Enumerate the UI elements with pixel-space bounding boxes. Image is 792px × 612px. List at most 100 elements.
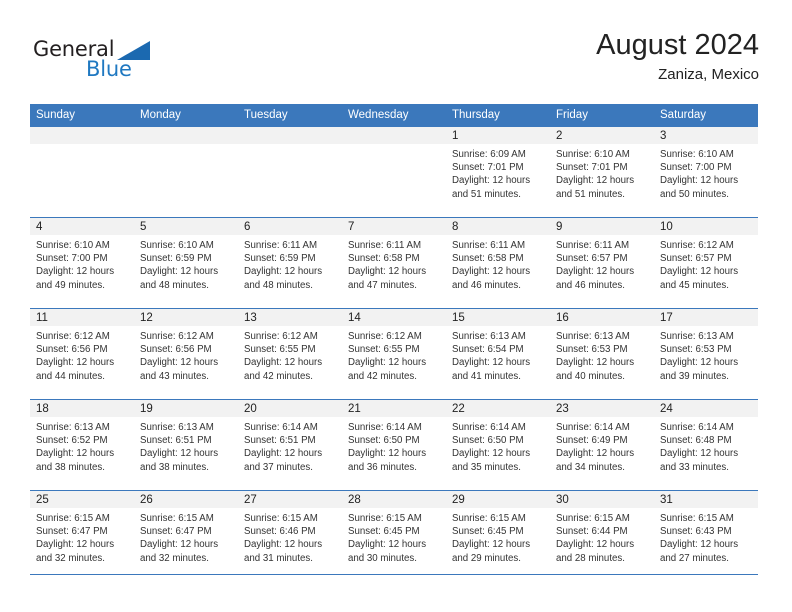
day-number: 30 — [550, 491, 654, 508]
calendar-day-cell[interactable]: 28 Sunrise: 6:15 AM Sunset: 6:45 PM Dayligh… — [342, 490, 446, 581]
calendar-week-row: 11 Sunrise: 6:12 AM Sunset: 6:56 PM Dayligh… — [30, 308, 758, 400]
sunrise-text: Sunrise: 6:13 AM — [660, 331, 734, 342]
sunset-text: Sunset: 6:55 PM — [348, 344, 420, 356]
calendar-day-cell[interactable]: 4 Sunrise: 6:10 AM Sunset: 7:00 PM Daylight… — [30, 217, 134, 309]
calendar-day-cell[interactable]: 9 Sunrise: 6:11 AM Sunset: 6:57 PM Daylight… — [550, 217, 654, 309]
sunrise-text: Sunrise: 6:13 AM — [36, 422, 110, 433]
daylight-text: Daylight: 12 hours and 36 minutes. — [348, 448, 427, 473]
day-number: 27 — [238, 491, 342, 508]
calendar-day-cell[interactable]: 1 Sunrise: 6:09 AM Sunset: 7:01 PM Daylight… — [446, 127, 550, 218]
day-sun-info: Sunrise: 6:12 AM Sunset: 6:55 PM Daylight:… — [238, 326, 342, 383]
sunset-text: Sunset: 6:54 PM — [452, 344, 524, 356]
day-sun-info: Sunrise: 6:15 AM Sunset: 6:43 PM Daylight:… — [654, 508, 758, 565]
weekday-header-sunday: Sunday — [30, 104, 134, 127]
day-number: 25 — [30, 491, 134, 508]
calendar-day-cell[interactable]: 7 Sunrise: 6:11 AM Sunset: 6:58 PM Daylight… — [342, 217, 446, 309]
day-sun-info: Sunrise: 6:11 AM Sunset: 6:58 PM Daylight:… — [446, 235, 550, 292]
daylight-text: Daylight: 12 hours and 42 minutes. — [244, 357, 323, 382]
day-sun-info: Sunrise: 6:13 AM Sunset: 6:54 PM Daylight:… — [446, 326, 550, 383]
calendar-day-cell[interactable]: 19 Sunrise: 6:13 AM Sunset: 6:51 PM Dayligh… — [134, 399, 238, 491]
day-number: 18 — [30, 400, 134, 417]
day-number: 22 — [446, 400, 550, 417]
day-cell: 24 Sunrise: 6:14 AM Sunset: 6:48 PM Dayligh… — [654, 400, 758, 490]
sunrise-text: Sunrise: 6:13 AM — [556, 331, 630, 342]
calendar-day-cell[interactable]: 3 Sunrise: 6:10 AM Sunset: 7:00 PM Daylight… — [654, 127, 758, 218]
calendar-day-cell[interactable]: 5 Sunrise: 6:10 AM Sunset: 6:59 PM Daylight… — [134, 217, 238, 309]
day-number: 11 — [30, 309, 134, 326]
calendar-day-cell[interactable]: 27 Sunrise: 6:15 AM Sunset: 6:46 PM Dayligh… — [238, 490, 342, 581]
day-number: 29 — [446, 491, 550, 508]
day-number: 19 — [134, 400, 238, 417]
sunrise-text: Sunrise: 6:12 AM — [244, 331, 318, 342]
day-cell: 11 Sunrise: 6:12 AM Sunset: 6:56 PM Dayligh… — [30, 309, 134, 399]
sunrise-text: Sunrise: 6:11 AM — [452, 240, 526, 251]
calendar-day-cell[interactable]: 10 Sunrise: 6:12 AM Sunset: 6:57 PM Dayligh… — [654, 217, 758, 309]
sunrise-text: Sunrise: 6:15 AM — [140, 513, 214, 524]
sunrise-text: Sunrise: 6:10 AM — [36, 240, 110, 251]
day-cell: 8 Sunrise: 6:11 AM Sunset: 6:58 PM Daylight… — [446, 218, 550, 308]
calendar-day-cell[interactable]: 22 Sunrise: 6:14 AM Sunset: 6:50 PM Dayligh… — [446, 399, 550, 491]
calendar-day-cell[interactable]: 15 Sunrise: 6:13 AM Sunset: 6:54 PM Dayligh… — [446, 308, 550, 400]
day-cell: 6 Sunrise: 6:11 AM Sunset: 6:59 PM Daylight… — [238, 218, 342, 308]
calendar-day-cell[interactable]: 13 Sunrise: 6:12 AM Sunset: 6:55 PM Dayligh… — [238, 308, 342, 400]
daylight-text: Daylight: 12 hours and 35 minutes. — [452, 448, 531, 473]
day-cell: 19 Sunrise: 6:13 AM Sunset: 6:51 PM Dayligh… — [134, 400, 238, 490]
sunset-text: Sunset: 6:47 PM — [140, 526, 212, 538]
calendar-day-cell[interactable]: 18 Sunrise: 6:13 AM Sunset: 6:52 PM Dayligh… — [30, 399, 134, 491]
calendar-day-cell[interactable]: 31 Sunrise: 6:15 AM Sunset: 6:43 PM Dayligh… — [654, 490, 758, 581]
day-sun-info: Sunrise: 6:11 AM Sunset: 6:57 PM Daylight:… — [550, 235, 654, 292]
calendar-day-cell[interactable]: 12 Sunrise: 6:12 AM Sunset: 6:56 PM Dayligh… — [134, 308, 238, 400]
calendar-table: Sunday Monday Tuesday Wednesday Thursday… — [30, 104, 758, 581]
day-cell: 13 Sunrise: 6:12 AM Sunset: 6:55 PM Dayligh… — [238, 309, 342, 399]
day-sun-info: Sunrise: 6:13 AM Sunset: 6:51 PM Daylight:… — [134, 417, 238, 474]
daylight-text: Daylight: 12 hours and 46 minutes. — [556, 266, 635, 291]
day-number — [238, 127, 342, 144]
sunset-text: Sunset: 6:52 PM — [36, 435, 108, 447]
day-number: 3 — [654, 127, 758, 144]
day-cell: 28 Sunrise: 6:15 AM Sunset: 6:45 PM Dayligh… — [342, 491, 446, 581]
calendar-day-cell[interactable]: 26 Sunrise: 6:15 AM Sunset: 6:47 PM Dayligh… — [134, 490, 238, 581]
calendar-day-cell[interactable]: 29 Sunrise: 6:15 AM Sunset: 6:45 PM Dayligh… — [446, 490, 550, 581]
day-sun-info: Sunrise: 6:14 AM Sunset: 6:49 PM Daylight:… — [550, 417, 654, 474]
calendar-day-cell[interactable]: 17 Sunrise: 6:13 AM Sunset: 6:53 PM Dayligh… — [654, 308, 758, 400]
day-cell: 12 Sunrise: 6:12 AM Sunset: 6:56 PM Dayligh… — [134, 309, 238, 399]
day-cell-empty — [342, 127, 446, 217]
calendar-week-row: 25 Sunrise: 6:15 AM Sunset: 6:47 PM Dayligh… — [30, 490, 758, 581]
day-number: 26 — [134, 491, 238, 508]
calendar-day-cell[interactable]: 8 Sunrise: 6:11 AM Sunset: 6:58 PM Daylight… — [446, 217, 550, 309]
calendar-day-cell[interactable]: 6 Sunrise: 6:11 AM Sunset: 6:59 PM Daylight… — [238, 217, 342, 309]
sunrise-text: Sunrise: 6:13 AM — [140, 422, 214, 433]
calendar-week-row: 4 Sunrise: 6:10 AM Sunset: 7:00 PM Daylight… — [30, 217, 758, 309]
calendar-day-cell[interactable]: 23 Sunrise: 6:14 AM Sunset: 6:49 PM Dayligh… — [550, 399, 654, 491]
day-sun-info: Sunrise: 6:15 AM Sunset: 6:47 PM Daylight:… — [30, 508, 134, 565]
day-cell: 5 Sunrise: 6:10 AM Sunset: 6:59 PM Daylight… — [134, 218, 238, 308]
calendar-day-cell[interactable]: 30 Sunrise: 6:15 AM Sunset: 6:44 PM Dayligh… — [550, 490, 654, 581]
calendar-day-cell[interactable]: 2 Sunrise: 6:10 AM Sunset: 7:01 PM Daylight… — [550, 127, 654, 218]
calendar-day-cell[interactable]: 24 Sunrise: 6:14 AM Sunset: 6:48 PM Dayligh… — [654, 399, 758, 491]
day-cell: 22 Sunrise: 6:14 AM Sunset: 6:50 PM Dayligh… — [446, 400, 550, 490]
daylight-text: Daylight: 12 hours and 42 minutes. — [348, 357, 427, 382]
calendar-day-cell[interactable]: 25 Sunrise: 6:15 AM Sunset: 6:47 PM Dayligh… — [30, 490, 134, 581]
day-sun-info: Sunrise: 6:10 AM Sunset: 6:59 PM Daylight:… — [134, 235, 238, 292]
day-cell: 30 Sunrise: 6:15 AM Sunset: 6:44 PM Dayligh… — [550, 491, 654, 581]
sunset-text: Sunset: 7:01 PM — [452, 162, 524, 174]
sunrise-text: Sunrise: 6:11 AM — [556, 240, 630, 251]
day-cell-empty — [134, 127, 238, 217]
calendar-day-cell[interactable]: 16 Sunrise: 6:13 AM Sunset: 6:53 PM Dayligh… — [550, 308, 654, 400]
calendar-day-cell[interactable]: 21 Sunrise: 6:14 AM Sunset: 6:50 PM Dayligh… — [342, 399, 446, 491]
sunset-text: Sunset: 6:43 PM — [660, 526, 732, 538]
day-cell: 14 Sunrise: 6:12 AM Sunset: 6:55 PM Dayligh… — [342, 309, 446, 399]
day-cell: 10 Sunrise: 6:12 AM Sunset: 6:57 PM Dayligh… — [654, 218, 758, 308]
day-number: 5 — [134, 218, 238, 235]
calendar-day-cell[interactable]: 14 Sunrise: 6:12 AM Sunset: 6:55 PM Dayligh… — [342, 308, 446, 400]
sunrise-text: Sunrise: 6:12 AM — [660, 240, 734, 251]
calendar-day-cell[interactable]: 11 Sunrise: 6:12 AM Sunset: 6:56 PM Dayligh… — [30, 308, 134, 400]
day-sun-info: Sunrise: 6:10 AM Sunset: 7:00 PM Daylight:… — [654, 144, 758, 201]
daylight-text: Daylight: 12 hours and 31 minutes. — [244, 539, 323, 564]
sunrise-text: Sunrise: 6:15 AM — [36, 513, 110, 524]
sunset-text: Sunset: 6:56 PM — [36, 344, 108, 356]
sunset-text: Sunset: 6:48 PM — [660, 435, 732, 447]
sunset-text: Sunset: 6:50 PM — [452, 435, 524, 447]
day-number: 4 — [30, 218, 134, 235]
calendar-day-cell[interactable]: 20 Sunrise: 6:14 AM Sunset: 6:51 PM Dayligh… — [238, 399, 342, 491]
